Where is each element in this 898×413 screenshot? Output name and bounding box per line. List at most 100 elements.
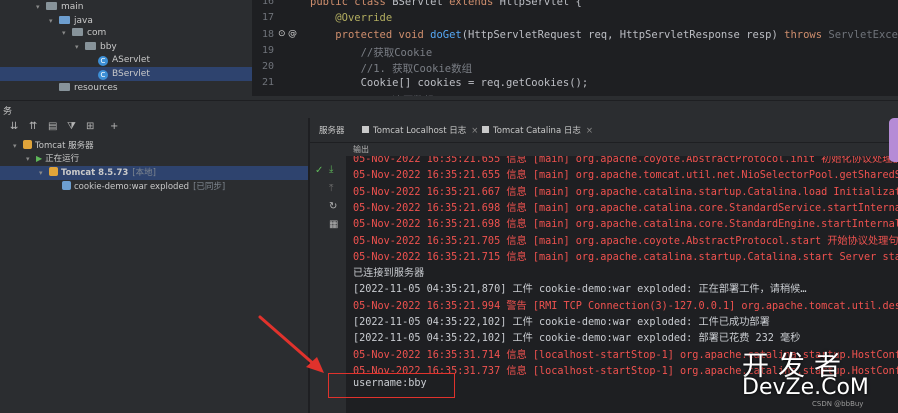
- service-tree-item[interactable]: ▾ Tomcat 服务器: [13, 139, 94, 153]
- project-tree-item[interactable]: ▾ com: [0, 26, 106, 40]
- console-line: 05-Nov-2022 16:35:21.698 信息 [main] org.a…: [353, 202, 898, 214]
- side-strip: [889, 118, 898, 162]
- refresh-icon[interactable]: ↻: [329, 201, 337, 212]
- code-line[interactable]: //获取Cookie: [310, 45, 433, 60]
- line-number: 18: [261, 29, 274, 40]
- output-label: 输出: [353, 145, 369, 154]
- undeploy-icon[interactable]: ⤒: [329, 183, 333, 194]
- project-tree: ▾ main ▾ java ▾ com ▾ bby C AServlet C BServlet reso…: [0, 0, 252, 96]
- tab-label: Tomcat Catalina 日志: [493, 126, 581, 136]
- console-line: 05-Nov-2022 16:35:21.994 警告 [RMI TCP Con…: [353, 300, 898, 312]
- tab-label: Tomcat Localhost 日志: [373, 126, 467, 136]
- close-icon[interactable]: ×: [586, 126, 593, 136]
- annotation-marker-icon[interactable]: @: [288, 29, 297, 39]
- services-title: 务: [3, 107, 13, 117]
- line-number: 20: [261, 61, 274, 72]
- service-tree-label: Tomcat 服务器: [35, 141, 94, 151]
- console-line: 05-Nov-2022 16:35:21.655 信息 [main] org.a…: [353, 156, 898, 165]
- artifact-icon: [62, 181, 71, 190]
- watermark: 开发者 DevZe.CoM: [738, 348, 893, 408]
- dump-threads-icon[interactable]: ▦: [329, 219, 338, 230]
- folder-icon: [59, 16, 70, 24]
- line-number: 16: [261, 0, 274, 7]
- chevron-down-icon[interactable]: ▾: [39, 166, 49, 180]
- project-tree-label: AServlet: [112, 55, 150, 65]
- project-tree-item[interactable]: C AServlet: [0, 53, 150, 67]
- console-line: 05-Nov-2022 16:35:21.705 信息 [main] org.a…: [353, 235, 898, 247]
- log-icon: [362, 126, 369, 133]
- expand-all-icon[interactable]: ⇊: [10, 121, 18, 132]
- service-tree-tag: [已同步]: [193, 182, 226, 192]
- line-number: 17: [261, 12, 274, 23]
- project-tree-item[interactable]: resources: [0, 81, 118, 95]
- chevron-down-icon[interactable]: ▾: [75, 40, 85, 54]
- tabs-bar: 服务器 Tomcat Localhost 日志 × Tomcat Catalina 日…: [310, 118, 898, 143]
- console-line: 05-Nov-2022 16:35:21.655 信息 [main] org.a…: [353, 170, 898, 182]
- folder-icon: [85, 42, 96, 50]
- code-line[interactable]: @Override: [310, 12, 392, 24]
- folder-icon: [59, 83, 70, 91]
- project-tree-item[interactable]: ▾ main: [0, 0, 84, 14]
- code-line[interactable]: //2. 遍历数组: [310, 93, 435, 96]
- console-line: 05-Nov-2022 16:35:21.698 信息 [main] org.a…: [353, 219, 898, 231]
- services-toolbar: ⇊ ⇈ ▤ ⧩ ⊞ +: [0, 118, 308, 138]
- service-tree-item[interactable]: cookie-demo:war exploded [已同步]: [52, 180, 225, 194]
- service-tree-label: cookie-demo:war exploded: [74, 182, 190, 192]
- console-line: [2022-11-05 04:35:22,102] 工件 cookie-demo…: [353, 333, 801, 345]
- code-line[interactable]: Cookie[] cookies = req.getCookies();: [310, 77, 589, 89]
- tab-label: 服务器: [319, 126, 345, 136]
- chevron-down-icon[interactable]: ▾: [36, 0, 46, 14]
- java-class-icon: C: [98, 70, 108, 80]
- tab-0[interactable]: 服务器: [319, 124, 345, 136]
- tomcat-icon: [49, 167, 58, 176]
- add-service-icon[interactable]: +: [110, 121, 118, 132]
- tab-2[interactable]: Tomcat Catalina 日志 ×: [482, 124, 593, 136]
- console-line: 已连接到服务器: [353, 268, 425, 280]
- code-editor[interactable]: 16 17 18 19 20 21 ⊙ @ public class BServlet ext…: [252, 0, 898, 96]
- highlight-box: [328, 373, 455, 398]
- service-tree-item[interactable]: ▾ Tomcat 8.5.73 [本地]: [39, 166, 156, 180]
- project-tree-label: com: [87, 28, 107, 38]
- project-tree-item[interactable]: C BServlet: [0, 67, 252, 81]
- chevron-down-icon[interactable]: ▾: [26, 152, 36, 166]
- watermark-bottom: DevZe.CoM: [742, 375, 869, 400]
- group-icon[interactable]: ▤: [48, 121, 57, 132]
- tomcat-icon: [23, 140, 32, 149]
- project-tree-label: java: [74, 16, 93, 26]
- code-line[interactable]: //1. 获取Cookie数组: [310, 61, 473, 76]
- csdn-credit: CSDN @bbBuy: [812, 400, 864, 408]
- implement-marker-icon[interactable]: ⊙: [278, 29, 286, 39]
- tab-1[interactable]: Tomcat Localhost 日志 ×: [362, 124, 478, 136]
- red-arrow-icon: [258, 315, 324, 373]
- close-icon[interactable]: ×: [471, 126, 478, 136]
- java-class-icon: C: [98, 56, 108, 66]
- code-line[interactable]: public class BServlet extends HttpServle…: [310, 0, 582, 8]
- open-window-icon[interactable]: ⊞: [86, 121, 94, 132]
- collapse-all-icon[interactable]: ⇈: [29, 121, 37, 132]
- console-line: [2022-11-05 04:35:22,102] 工件 cookie-demo…: [353, 317, 770, 328]
- services-header: 务: [0, 100, 898, 119]
- code-line[interactable]: protected void doGet(HttpServletRequest …: [310, 29, 898, 41]
- editor-gutter: 16 17 18 19 20 21 ⊙ @: [252, 0, 308, 96]
- project-tree-item[interactable]: ▾ bby: [0, 40, 117, 54]
- check-icon[interactable]: ✓: [315, 165, 323, 176]
- console-line: [2022-11-05 04:35:21,870] 工件 cookie-demo…: [353, 284, 807, 296]
- folder-icon: [46, 2, 57, 10]
- line-number: 19: [261, 45, 274, 56]
- service-tree-label: Tomcat 8.5.73: [61, 168, 129, 178]
- console-line: 05-Nov-2022 16:35:21.715 信息 [main] org.a…: [353, 251, 898, 263]
- service-tree-item[interactable]: ▾ ▶ 正在运行: [26, 152, 79, 166]
- chevron-down-icon[interactable]: ▾: [62, 26, 72, 40]
- project-tree-label: bby: [100, 42, 117, 52]
- console-line: 05-Nov-2022 16:35:21.667 信息 [main] org.a…: [353, 186, 898, 198]
- folder-icon: [72, 28, 83, 36]
- deploy-icon[interactable]: ⤓: [329, 164, 333, 175]
- chevron-down-icon[interactable]: ▾: [13, 139, 23, 153]
- service-tree-label: 正在运行: [45, 154, 80, 164]
- line-number: 21: [261, 77, 274, 88]
- running-icon: ▶: [36, 154, 43, 163]
- filter-icon[interactable]: ⧩: [67, 121, 76, 132]
- log-icon: [482, 126, 489, 133]
- project-tree-label: BServlet: [112, 69, 150, 79]
- project-tree-label: resources: [74, 83, 118, 93]
